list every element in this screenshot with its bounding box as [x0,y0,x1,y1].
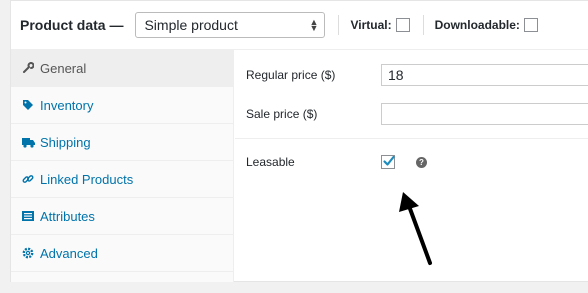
section-divider [235,138,588,139]
tab-label: Attributes [40,208,95,224]
sale-price-input[interactable] [381,103,588,125]
help-tip-icon[interactable]: ? [416,156,427,168]
link-icon [20,173,36,185]
tab-attributes[interactable]: Attributes [11,198,233,235]
tab-shipping[interactable]: Shipping [11,124,233,161]
product-type-select[interactable]: Simple product ▲ ▼ [135,12,326,38]
leasable-checkbox[interactable] [381,155,395,169]
tab-label: Inventory [40,97,94,113]
product-data-title: Product data — [20,17,124,33]
downloadable-label: Downloadable: [434,18,520,32]
downloadable-checkbox[interactable] [523,18,538,32]
sale-price-row: Sale price ($) [235,103,588,125]
select-arrows-icon: ▲ ▼ [309,17,319,33]
regular-price-label: Regular price ($) [246,68,336,82]
virtual-checkbox[interactable] [395,18,410,32]
header-separator [338,15,340,35]
product-data-header: Product data — Simple product ▲ ▼ Virtual… [11,1,588,50]
gear-icon [20,247,36,259]
tab-label: Linked Products [40,171,134,187]
tab-label: General [40,60,87,76]
leasable-row: Leasable ? [235,154,588,170]
product-data-tabs: General Inventory Shipping Linked Produc… [11,50,234,282]
product-type-value: Simple product [144,17,238,33]
tab-linked-products[interactable]: Linked Products [11,161,233,198]
tab-label: Shipping [40,134,91,150]
tag-icon [20,99,36,111]
tab-label: Advanced [40,245,98,261]
wrench-icon [20,62,36,74]
tab-general[interactable]: General [11,50,233,87]
annotation-arrow-icon [399,192,432,265]
sale-price-label: Sale price ($) [246,107,318,121]
tab-inventory[interactable]: Inventory [11,87,233,124]
checkmark-icon [383,155,395,166]
leasable-label: Leasable [246,155,295,169]
tab-advanced[interactable]: Advanced [11,235,233,272]
header-separator [422,15,424,35]
regular-price-input[interactable]: 18 [381,64,588,86]
list-icon [20,210,36,222]
product-data-panel: Product data — Simple product ▲ ▼ Virtual… [10,0,588,282]
regular-price-row: Regular price ($) 18 [235,64,588,86]
virtual-label: Virtual: [350,18,392,32]
truck-icon [20,137,36,148]
